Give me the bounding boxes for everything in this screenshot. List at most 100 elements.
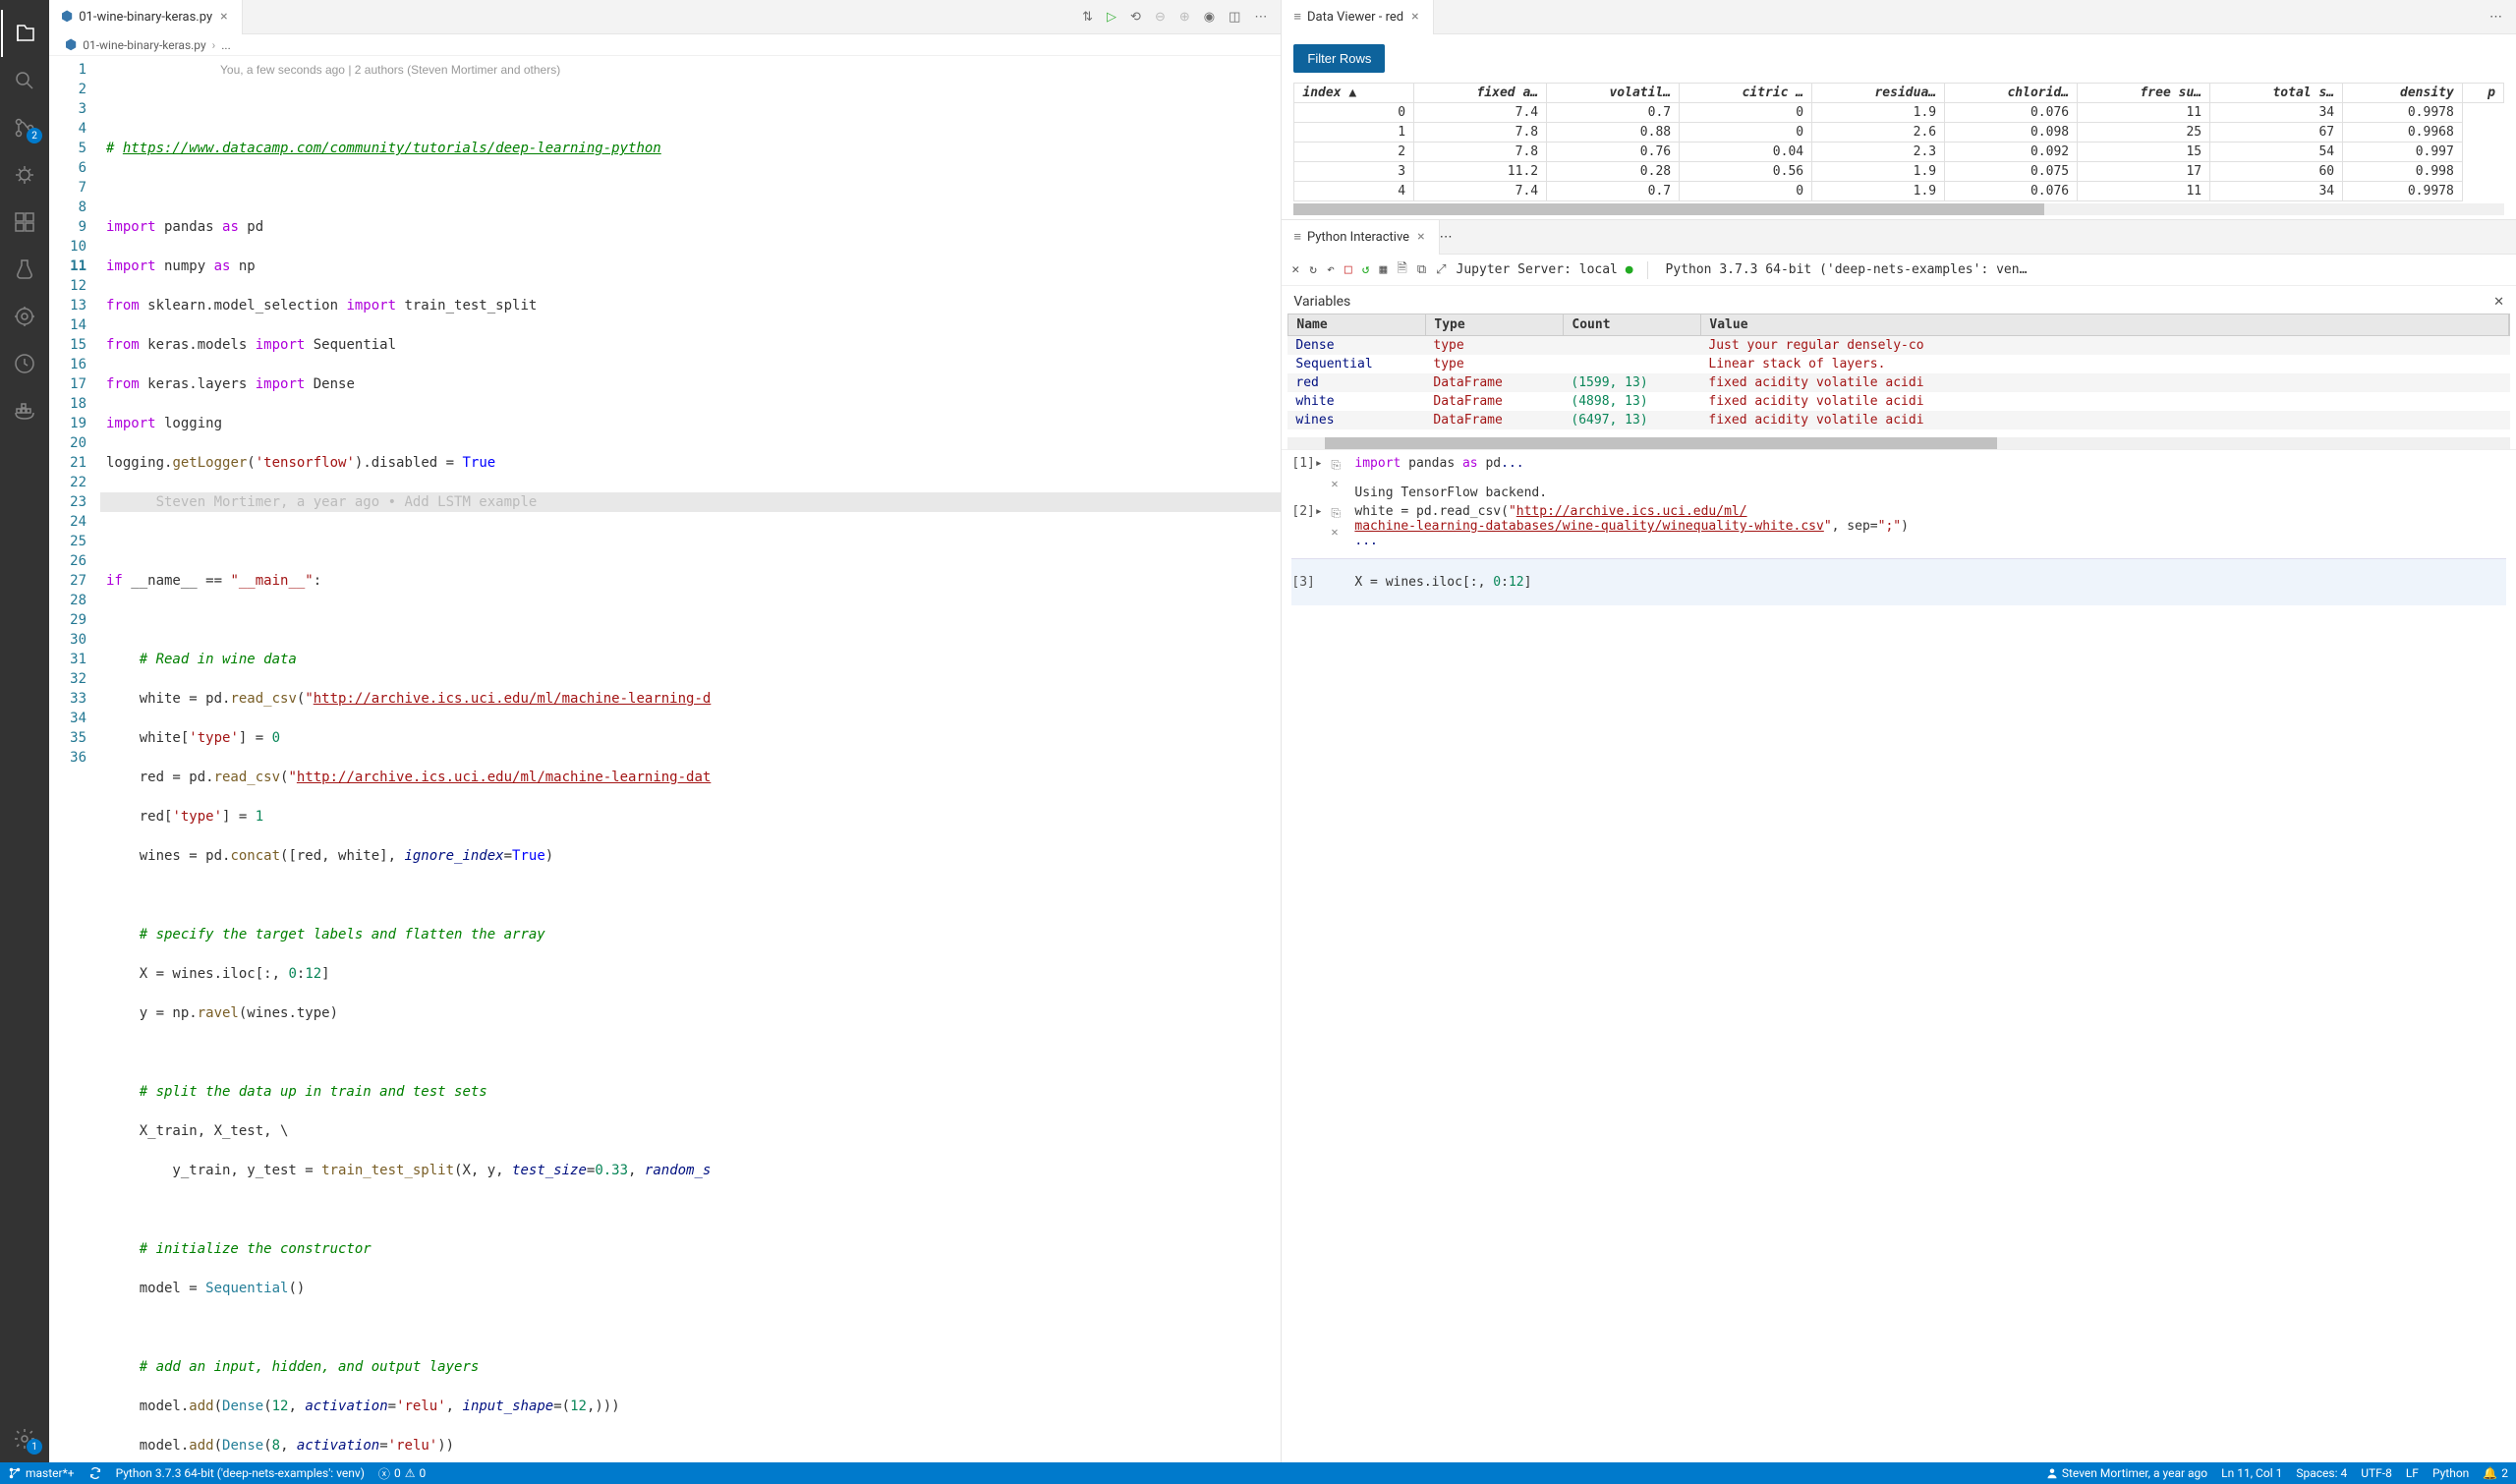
cell-1[interactable]: [1]▸ ⎘✕ import pandas as pd... Using Ten… (1291, 454, 2506, 502)
close-variables-icon[interactable]: ✕ (2493, 295, 2504, 310)
breadcrumb-file: 01-wine-binary-keras.py (83, 38, 205, 52)
prev-change-icon[interactable]: ⊖ (1155, 10, 1166, 25)
close-icon[interactable]: × (218, 9, 229, 25)
column-header[interactable]: volatil… (1547, 84, 1680, 103)
cells-area[interactable]: [1]▸ ⎘✕ import pandas as pd... Using Ten… (1282, 449, 2516, 1462)
variables-title: Variables (1293, 294, 1350, 310)
interpreter-label[interactable]: Python 3.7.3 64-bit ('deep-nets-examples… (1666, 262, 2028, 277)
column-header[interactable]: p (2462, 84, 2503, 103)
test-icon[interactable] (1, 246, 48, 293)
status-bar: master*+ Python 3.7.3 64-bit ('deep-nets… (0, 1462, 2516, 1484)
docker-icon[interactable] (1, 387, 48, 434)
table-row[interactable]: 27.80.760.042.30.09215540.997 (1294, 143, 2504, 162)
status-language[interactable]: Python (2432, 1466, 2469, 1480)
close-icon[interactable]: × (1415, 229, 1426, 245)
variable-row[interactable]: DensetypeJust your regular densely-co (1287, 336, 2510, 355)
status-dot-icon: ● (1626, 262, 1633, 277)
col-type[interactable]: Type (1426, 314, 1564, 335)
history-icon[interactable] (1, 340, 48, 387)
compare-icon[interactable]: ⇅ (1082, 10, 1093, 25)
column-header[interactable]: index ▲ (1294, 84, 1414, 103)
editor-actions: ⇅ ▷ ⟲ ⊖ ⊕ ◉ ◫ ⋯ (1068, 10, 1281, 25)
tab-python-interactive[interactable]: ≡ Python Interactive × (1282, 220, 1439, 255)
table-row[interactable]: 17.80.8802.60.09825670.9968 (1294, 123, 2504, 143)
source-control-icon[interactable]: 2 (1, 104, 48, 151)
data-table[interactable]: index ▲fixed a…volatil…citric …residua…c… (1293, 83, 2504, 201)
variable-row[interactable]: whiteDataFrame(4898, 13)fixed acidity vo… (1287, 392, 2510, 411)
col-value[interactable]: Value (1701, 314, 2509, 335)
status-sync[interactable] (88, 1466, 102, 1480)
table-row[interactable]: 07.40.701.90.07611340.9978 (1294, 103, 2504, 123)
expand-icon[interactable]: ⤢ (1436, 262, 1446, 277)
code-editor[interactable]: 12345 678910 1112131415 1617181920 21222… (49, 56, 1281, 1462)
codelens[interactable]: You, a few seconds ago | 2 authors (Stev… (214, 60, 560, 80)
variable-row[interactable]: winesDataFrame(6497, 13)fixed acidity vo… (1287, 411, 2510, 429)
status-branch[interactable]: master*+ (8, 1466, 75, 1480)
interrupt-icon[interactable]: □ (1344, 262, 1352, 277)
delete-cell-icon[interactable]: ✕ (1331, 525, 1354, 539)
code-content[interactable]: You, a few seconds ago | 2 authors (Stev… (100, 56, 1281, 1462)
status-spaces[interactable]: Spaces: 4 (2296, 1466, 2347, 1480)
col-name[interactable]: Name (1288, 314, 1426, 335)
variables-table[interactable]: Name Type Count Value DensetypeJust your… (1287, 314, 2510, 429)
gitlens-icon[interactable] (1, 293, 48, 340)
revert-icon[interactable]: ⟲ (1130, 10, 1141, 25)
horizontal-scrollbar[interactable] (1293, 203, 2504, 215)
jupyter-server-label[interactable]: Jupyter Server: local ● (1457, 262, 1633, 277)
debug-icon[interactable] (1, 151, 48, 199)
settings-gear-icon[interactable]: 1 (1, 1415, 48, 1462)
goto-icon[interactable]: ⎘ (1331, 506, 1354, 521)
filter-rows-button[interactable]: Filter Rows (1293, 44, 1385, 73)
column-header[interactable]: density (2343, 84, 2463, 103)
variables-icon[interactable]: ▦ (1380, 262, 1388, 277)
status-eol[interactable]: LF (2406, 1466, 2419, 1480)
tab-wine-keras[interactable]: ⬢ 01-wine-binary-keras.py × (49, 0, 243, 34)
save-icon[interactable]: 🗎 (1397, 259, 1406, 281)
status-blame[interactable]: Steven Mortimer, a year ago (2046, 1466, 2207, 1480)
variable-row[interactable]: SequentialtypeLinear stack of layers. (1287, 355, 2510, 373)
source-control-badge: 2 (27, 128, 42, 143)
next-change-icon[interactable]: ⊕ (1179, 10, 1190, 25)
split-editor-icon[interactable]: ◫ (1229, 10, 1240, 25)
column-header[interactable]: fixed a… (1414, 84, 1547, 103)
export-icon[interactable]: ⧉ (1417, 262, 1426, 277)
interactive-toolbar: ✕ ↻ ↶ □ ↺ ▦ 🗎 ⧉ ⤢ Jupyter Server: local … (1282, 255, 2516, 286)
column-header[interactable]: citric … (1680, 84, 1812, 103)
kernel-icon[interactable]: ◉ (1204, 10, 1215, 25)
table-row[interactable]: 47.40.701.90.07611340.9978 (1294, 182, 2504, 201)
extensions-icon[interactable] (1, 199, 48, 246)
horizontal-scrollbar[interactable] (1287, 437, 2510, 449)
more-icon[interactable]: ⋯ (2476, 10, 2516, 25)
restart-icon[interactable]: ↻ (1309, 262, 1317, 277)
goto-icon[interactable]: ⎘ (1331, 458, 1354, 473)
explorer-icon[interactable] (1, 10, 48, 57)
breadcrumb[interactable]: ⬢ 01-wine-binary-keras.py › ... (49, 34, 1281, 56)
more-icon[interactable]: ⋯ (1254, 10, 1267, 25)
undo-icon[interactable]: ↶ (1327, 262, 1335, 277)
status-line-col[interactable]: Ln 11, Col 1 (2221, 1466, 2282, 1480)
status-encoding[interactable]: UTF-8 (2361, 1466, 2392, 1480)
column-header[interactable]: chlorid… (1945, 84, 2078, 103)
variable-row[interactable]: redDataFrame(1599, 13)fixed acidity vola… (1287, 373, 2510, 392)
cancel-icon[interactable]: ✕ (1291, 262, 1299, 277)
column-header[interactable]: total s… (2210, 84, 2343, 103)
rerun-icon[interactable]: ↺ (1362, 262, 1370, 277)
col-count[interactable]: Count (1564, 314, 1701, 335)
delete-cell-icon[interactable]: ✕ (1331, 477, 1354, 490)
status-interpreter[interactable]: Python 3.7.3 64-bit ('deep-nets-examples… (116, 1466, 365, 1480)
cell-2[interactable]: [2]▸ ⎘✕ white = pd.read_csv("http://arch… (1291, 502, 2506, 550)
search-icon[interactable] (1, 57, 48, 104)
hamburger-icon: ≡ (1293, 9, 1301, 25)
status-notifications[interactable]: 🔔2 (2483, 1466, 2508, 1480)
run-icon[interactable]: ▷ (1107, 10, 1116, 25)
status-problems[interactable]: ⓧ0 ⚠0 (378, 1465, 426, 1482)
python-interactive: ≡ Python Interactive × ⋯ ✕ ↻ ↶ □ ↺ ▦ 🗎 ⧉… (1282, 220, 2516, 1462)
column-header[interactable]: free su… (2078, 84, 2210, 103)
tab-data-viewer[interactable]: ≡ Data Viewer - red × (1282, 0, 1433, 34)
close-icon[interactable]: × (1409, 9, 1420, 25)
table-row[interactable]: 311.20.280.561.90.07517600.998 (1294, 162, 2504, 182)
cell-input[interactable]: [3] X = wines.iloc[:, 0:12] (1291, 558, 2506, 605)
column-header[interactable]: residua… (1812, 84, 1945, 103)
data-viewer: ≡ Data Viewer - red × ⋯ Filter Rows inde… (1282, 0, 2516, 220)
more-icon[interactable]: ⋯ (1440, 230, 1453, 245)
